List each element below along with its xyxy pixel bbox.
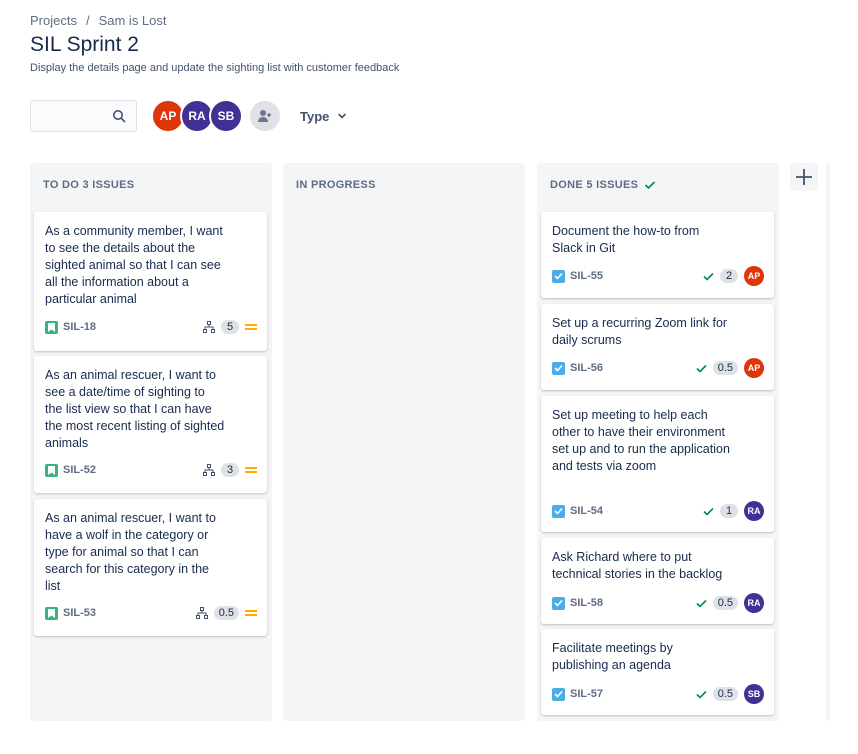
issue-key[interactable]: SIL-53: [63, 607, 96, 619]
child-issues-icon: [203, 321, 215, 333]
issue-card[interactable]: Set up meeting to help each other to hav…: [541, 396, 774, 532]
issue-card[interactable]: Ask Richard where to put technical stori…: [541, 538, 774, 624]
type-filter-label: Type: [300, 108, 330, 124]
create-column-button[interactable]: [790, 163, 818, 191]
chevron-down-icon: [338, 113, 347, 119]
story-icon: [45, 320, 58, 334]
done-check-icon: [703, 507, 714, 516]
story-points-badge: 0.5: [712, 596, 738, 610]
story-points-badge: 3: [221, 463, 239, 477]
issue-key[interactable]: SIL-54: [570, 505, 603, 517]
done-check-icon: [696, 599, 707, 608]
issue-card[interactable]: Facilitate meetings by publishing an age…: [541, 629, 774, 715]
story-points-badge: 1: [720, 504, 738, 518]
add-people-button[interactable]: [248, 99, 282, 133]
assignee-avatar[interactable]: RA: [744, 501, 764, 521]
task-icon: [552, 269, 565, 283]
issue-card[interactable]: Set up a recurring Zoom link for daily s…: [541, 304, 774, 390]
story-points-badge: 2: [720, 269, 738, 283]
story-points-badge: 0.5: [712, 687, 738, 701]
sprint-goal: Display the details page and update the …: [30, 62, 400, 74]
column-in-progress: IN PROGRESS: [283, 163, 525, 721]
issue-summary: As an animal rescuer, I want to see a da…: [45, 368, 225, 450]
child-issues-icon: [195, 607, 208, 619]
assignee-avatar[interactable]: AP: [744, 266, 764, 286]
issue-card[interactable]: As an animal rescuer, I want to have a w…: [34, 499, 267, 636]
issue-summary: Facilitate meetings by publishing an age…: [552, 641, 673, 672]
breadcrumb-projects-link[interactable]: Projects: [30, 13, 77, 28]
breadcrumb-separator: /: [85, 13, 90, 28]
issue-summary: Document the how-to from Slack in Git: [552, 224, 700, 255]
plus-icon: [796, 169, 812, 185]
issue-summary: Ask Richard where to put technical stori…: [552, 550, 723, 581]
task-icon: [552, 504, 565, 518]
story-points-badge: 0.5: [712, 361, 738, 375]
issue-key[interactable]: SIL-55: [570, 270, 603, 282]
issue-summary: Set up a recurring Zoom link for daily s…: [552, 316, 728, 347]
board-toolbar: AP RA SB Type: [30, 99, 347, 133]
issue-key[interactable]: SIL-58: [570, 597, 603, 609]
assignee-avatar[interactable]: RA: [744, 593, 764, 613]
task-icon: [552, 687, 565, 701]
column-title: TO DO 3 ISSUES: [43, 179, 135, 191]
column-title: DONE 5 ISSUES: [550, 179, 639, 191]
done-check-icon: [696, 690, 707, 699]
child-issues-icon: [203, 464, 215, 476]
column-done: DONE 5 ISSUES Document the how-to from S…: [537, 163, 779, 721]
done-check-icon: [703, 272, 714, 281]
assignee-avatar[interactable]: AP: [744, 358, 764, 378]
issue-key[interactable]: SIL-52: [63, 464, 96, 476]
avatar-filter-sb[interactable]: SB: [209, 99, 243, 133]
story-icon: [45, 606, 58, 620]
story-points-badge: 0.5: [213, 606, 239, 620]
issue-summary: As an animal rescuer, I want to have a w…: [45, 511, 216, 593]
breadcrumb: Projects / Sam is Lost: [30, 13, 167, 28]
story-points-badge: 5: [221, 320, 239, 334]
priority-medium-icon: [245, 324, 257, 330]
type-filter-dropdown[interactable]: Type: [300, 109, 347, 124]
issue-key[interactable]: SIL-56: [570, 362, 603, 374]
column-header-todo: TO DO 3 ISSUES: [43, 179, 134, 191]
next-column-edge: [826, 163, 830, 721]
issue-card[interactable]: Document the how-to from Slack in Git SI…: [541, 212, 774, 298]
column-todo: TO DO 3 ISSUES As a community member, I …: [30, 163, 272, 721]
issue-card[interactable]: As an animal rescuer, I want to see a da…: [34, 356, 267, 493]
assignee-avatar[interactable]: SB: [744, 684, 764, 704]
done-check-icon: [645, 181, 656, 190]
add-person-icon: [258, 110, 271, 122]
issue-summary: Set up meeting to help each other to hav…: [552, 408, 730, 473]
issue-key[interactable]: SIL-57: [570, 688, 603, 700]
page-title: SIL Sprint 2: [30, 33, 139, 56]
column-title: IN PROGRESS: [296, 179, 376, 191]
task-icon: [552, 361, 565, 375]
issue-card[interactable]: As a community member, I want to see the…: [34, 212, 267, 351]
search-box: [30, 100, 137, 132]
column-header-in-progress: IN PROGRESS: [296, 179, 376, 191]
issue-summary: As a community member, I want to see the…: [45, 224, 223, 306]
issue-key[interactable]: SIL-18: [63, 321, 96, 333]
assignee-filter-avatars: AP RA SB: [151, 99, 243, 133]
breadcrumb-board-link[interactable]: Sam is Lost: [99, 13, 167, 28]
column-header-done: DONE 5 ISSUES: [550, 179, 656, 191]
task-icon: [552, 596, 565, 610]
search-input[interactable]: [37, 102, 111, 132]
priority-medium-icon: [245, 610, 257, 616]
priority-medium-icon: [245, 467, 257, 473]
story-icon: [45, 463, 58, 477]
search-icon[interactable]: [112, 109, 126, 123]
done-check-icon: [696, 364, 707, 373]
